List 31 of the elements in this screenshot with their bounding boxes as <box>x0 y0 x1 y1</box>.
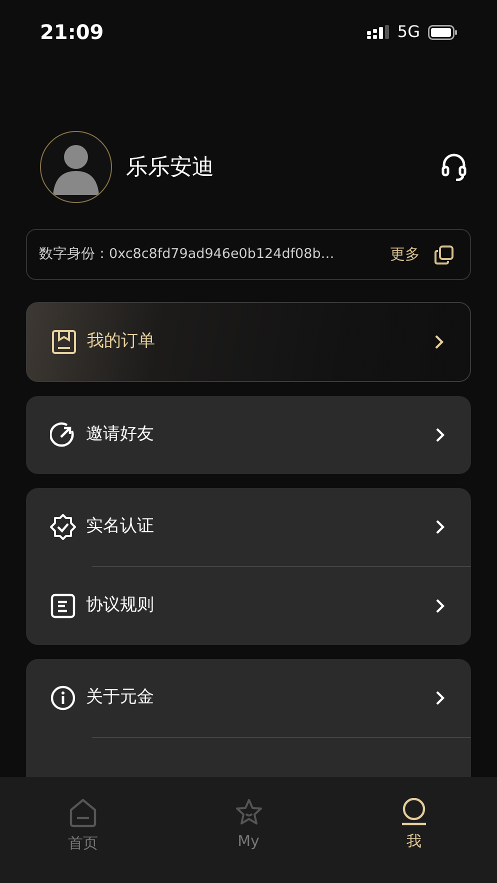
menu-item[interactable]: 邀请好友 <box>26 396 471 474</box>
tab-item[interactable]: 首页 <box>0 797 166 861</box>
share-icon <box>50 422 76 448</box>
signal-icon <box>367 25 390 39</box>
menu-item[interactable]: 实名认证 <box>26 488 471 566</box>
profile-icon <box>401 798 428 826</box>
tab-item[interactable]: My <box>166 797 332 861</box>
info-icon <box>50 685 76 711</box>
copy-icon[interactable] <box>434 244 454 264</box>
bookmark-icon <box>51 329 77 355</box>
headset-icon[interactable] <box>441 153 467 181</box>
menu-item[interactable]: 我的订单 <box>27 303 470 381</box>
verified-icon <box>50 514 76 540</box>
document-icon <box>50 593 76 619</box>
more-button[interactable]: 更多 <box>390 243 420 266</box>
chevron-right-icon <box>435 519 445 535</box>
battery-icon <box>428 24 457 40</box>
status-time: 21:09 <box>40 19 104 46</box>
chevron-right-icon <box>435 598 445 614</box>
chevron-right-icon <box>435 690 445 706</box>
star-icon <box>234 798 262 826</box>
chevron-right-icon <box>434 334 444 350</box>
home-icon <box>68 798 97 828</box>
user-name: 乐乐安迪 <box>126 154 215 182</box>
menu-item[interactable]: 关于元金 <box>26 659 471 737</box>
tab-item[interactable]: 我 <box>331 797 497 861</box>
menu-item[interactable]: 协议规则 <box>26 567 471 645</box>
identity-address: 0xc8c8fd79ad946e0b124df08b… <box>109 245 336 264</box>
chevron-right-icon <box>435 427 445 443</box>
identity-label: 数字身份： <box>39 245 109 264</box>
network-label: 5G <box>397 21 420 43</box>
